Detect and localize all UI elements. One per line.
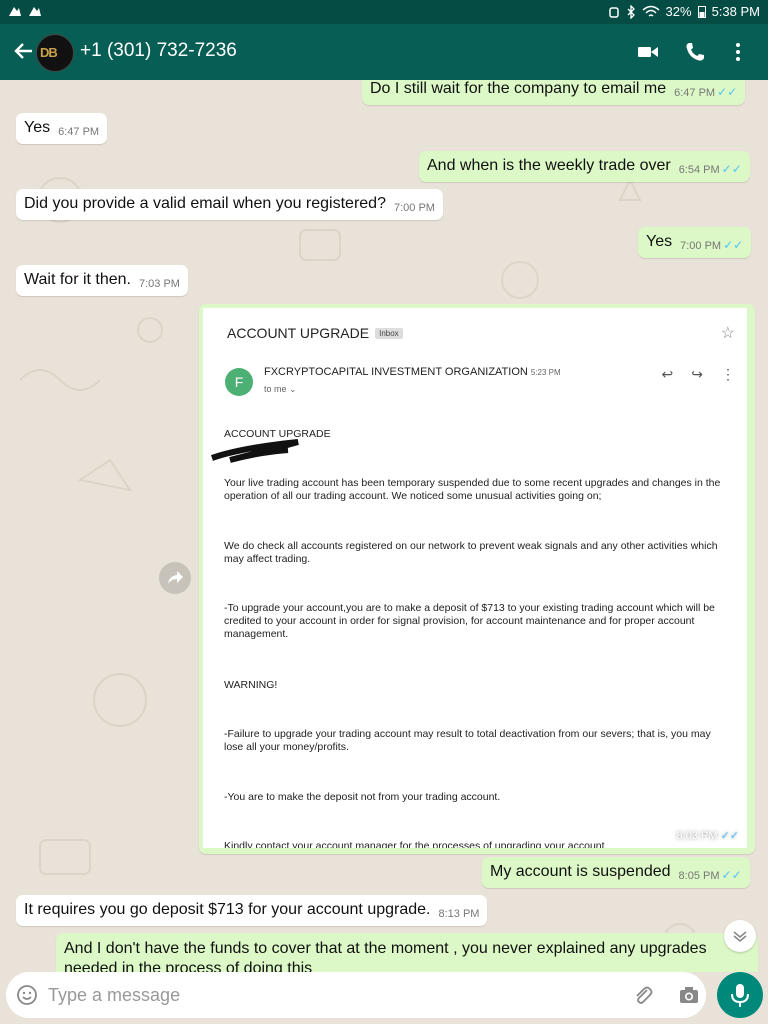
message-text: Yes: [24, 119, 51, 136]
video-call-icon[interactable]: [636, 40, 660, 64]
email-actions: ↩ ↪ ⋮: [662, 366, 735, 383]
forward-icon: [168, 571, 183, 584]
read-ticks-icon: ✓✓: [717, 85, 738, 99]
sender-name: FXCRYPTOCAPITAL INVESTMENT ORGANIZATION: [264, 366, 528, 378]
contact-name[interactable]: +1 (301) 732-7236: [80, 40, 237, 62]
chat-area[interactable]: Do I still wait for the company to email…: [0, 80, 768, 972]
more-options-icon: ⋮: [721, 366, 735, 382]
read-ticks-icon: ✓✓: [723, 238, 744, 252]
message-text: It requires you go deposit $713 for your…: [24, 901, 431, 918]
bluetooth-icon: [627, 4, 635, 19]
email-screenshot[interactable]: ACCOUNT UPGRADE Inbox ☆ F FXCRYPTOCAPITAL…: [203, 308, 747, 848]
battery-icon: [697, 6, 706, 18]
clock: 5:38 PM: [711, 4, 760, 19]
message-bubble[interactable]: And I don't have the funds to cover that…: [56, 933, 758, 972]
email-paragraph: Kindly contact your account manager for …: [224, 840, 608, 848]
message-text: And I don't have the funds to cover that…: [64, 940, 707, 957]
attach-icon[interactable]: [632, 984, 654, 1006]
email-paragraph: -To upgrade your account,you are to make…: [224, 602, 715, 640]
more-options-icon[interactable]: [726, 40, 750, 64]
read-ticks-icon: ✓✓: [721, 162, 742, 176]
back-arrow-icon[interactable]: [12, 40, 34, 62]
email-paragraph: Your live trading account has been tempo…: [224, 477, 721, 502]
message-text: needed in the process of doing this: [64, 960, 313, 972]
read-ticks-icon: ✓✓: [720, 830, 739, 842]
message-time: 6:54 PM: [678, 164, 720, 176]
message-time: 6:47 PM: [674, 87, 716, 99]
read-ticks-icon: ✓✓: [721, 868, 742, 882]
redaction-scribble: [210, 439, 299, 463]
alarm-icon: [608, 6, 619, 18]
email-paragraph: -Failure to upgrade your trading account…: [224, 728, 711, 753]
message-bubble[interactable]: Did you provide a valid email when you r…: [16, 189, 443, 220]
voice-call-icon[interactable]: [683, 40, 707, 64]
forward-button[interactable]: [159, 562, 191, 594]
message-bubble[interactable]: It requires you go deposit $713 for your…: [16, 895, 488, 926]
voice-record-button[interactable]: [717, 972, 763, 1018]
image-message-bubble[interactable]: ACCOUNT UPGRADE Inbox ☆ F FXCRYPTOCAPITAL…: [199, 304, 755, 854]
message-text: Did you provide a valid email when you r…: [24, 195, 386, 212]
avatar-logo: DB: [40, 45, 58, 60]
wifi-icon: [642, 5, 660, 17]
star-icon: ☆: [720, 325, 735, 342]
message-text: Do I still wait for the company to email…: [370, 80, 667, 97]
message-time: 7:00 PM: [393, 202, 435, 214]
message-time: 8:05 PM: [678, 870, 720, 882]
message-bubble[interactable]: Do I still wait for the company to email…: [362, 80, 746, 105]
message-text: Yes: [646, 233, 673, 250]
message-text: Wait for it then.: [24, 271, 131, 288]
message-text: My account is suspended: [490, 863, 671, 880]
sender-avatar: F: [225, 368, 253, 396]
reply-icon: ↩: [661, 366, 674, 382]
message-input[interactable]: Type a message: [48, 985, 180, 1006]
mic-icon: [731, 984, 749, 1007]
email-subject: ACCOUNT UPGRADE Inbox: [227, 325, 403, 341]
message-text: And when is the weekly trade over: [427, 157, 671, 174]
message-bubble[interactable]: Yes 7:00 PM ✓✓: [638, 227, 752, 258]
notification-icon: [9, 7, 21, 16]
message-time: 7:03 PM: [139, 278, 180, 290]
battery-percent: 32%: [665, 4, 692, 19]
notification-icon: [29, 7, 41, 16]
message-time: 7:00 PM: [680, 240, 722, 252]
message-input-bar: Type a message: [6, 972, 706, 1018]
chat-header: DB +1 (301) 732-7236: [0, 24, 768, 80]
camera-icon[interactable]: [678, 984, 700, 1006]
sender-line: FXCRYPTOCAPITAL INVESTMENT ORGANIZATION 5…: [264, 366, 561, 378]
message-time: 8:13 PM: [438, 908, 480, 920]
message-bubble[interactable]: My account is suspended 8:05 PM ✓✓: [482, 857, 750, 888]
scroll-to-bottom-button[interactable]: [724, 920, 756, 952]
sent-time: 5:23 PM: [530, 368, 561, 377]
message-bubble[interactable]: And when is the weekly trade over 6:54 PM…: [419, 151, 750, 182]
status-bar: 32% 5:38 PM: [0, 0, 768, 24]
recipient-line: to me ⌄: [264, 384, 297, 394]
message-bubble[interactable]: Yes 6:47 PM: [16, 113, 108, 144]
inbox-label: Inbox: [375, 328, 403, 339]
email-paragraph: -You are to make the deposit not from yo…: [224, 791, 501, 803]
chevron-down-icon: [733, 931, 747, 943]
email-paragraph: We do check all accounts registered on o…: [224, 540, 718, 565]
avatar[interactable]: DB: [36, 34, 74, 72]
email-paragraph: WARNING!: [224, 679, 278, 691]
emoji-icon[interactable]: [16, 984, 38, 1006]
message-time: 8:03 PM ✓✓: [676, 830, 739, 842]
message-time: 6:47 PM: [58, 126, 100, 138]
forward-icon: ↪: [691, 366, 703, 382]
message-bubble[interactable]: Wait for it then. 7:03 PM: [16, 265, 188, 296]
